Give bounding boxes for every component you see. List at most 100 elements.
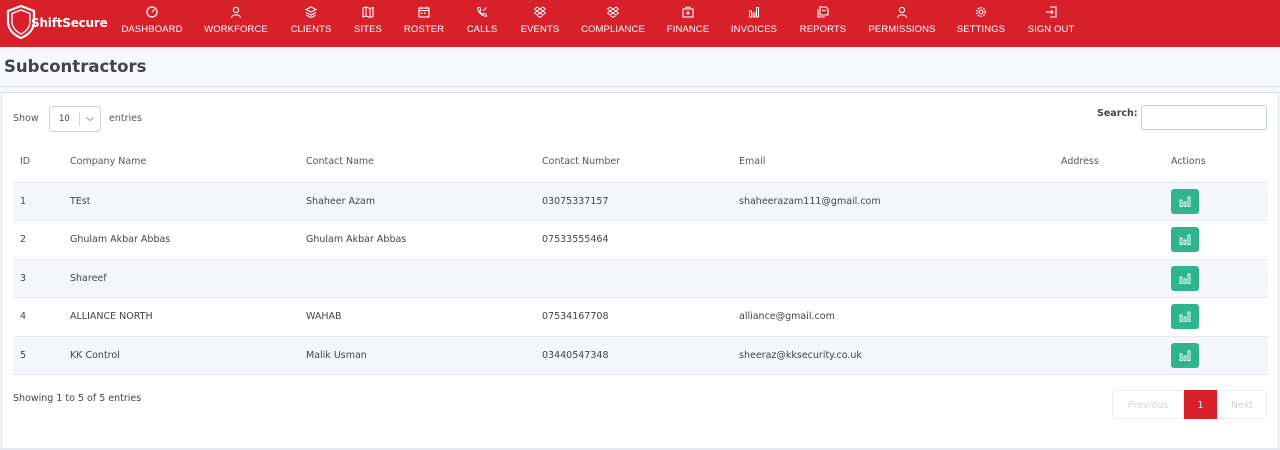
nav-label: INVOICES: [730, 24, 778, 35]
view-stats-button[interactable]: [1171, 342, 1199, 368]
cell-number: 07533555464: [535, 220, 732, 260]
nav-clients[interactable]: CLIENTS: [284, 0, 338, 47]
copy-icon: [817, 6, 829, 18]
col-header-actions: Actions: [1164, 141, 1268, 183]
nav-sites[interactable]: SITES: [348, 0, 388, 47]
bar-chart-icon: [1179, 234, 1191, 246]
cell-contact: WAHAB: [299, 297, 535, 337]
cell-address: [1054, 182, 1164, 221]
nav-label: REPORTS: [799, 24, 847, 35]
table-row: 1 TEst Shaheer Azam 03075337157 shaheera…: [13, 182, 1268, 221]
subcontractors-card: Show 10 entries Search: ID Company Name …: [1, 92, 1279, 448]
gear-icon: [975, 6, 987, 18]
table-header-row: ID Company Name Contact Name Contact Num…: [13, 141, 1268, 183]
nav-sign-out[interactable]: SIGN OUT: [1022, 0, 1080, 47]
map-icon: [362, 6, 374, 18]
nav-label: COMPLIANCE: [581, 24, 645, 35]
nav-dashboard[interactable]: DASHBOARD: [116, 0, 188, 47]
bar-chart-icon: [1179, 350, 1191, 361]
phone-icon: [477, 7, 487, 17]
gauge-icon: [146, 6, 158, 18]
cell-contact: Ghulam Akbar Abbas: [299, 220, 535, 260]
cell-actions: [1164, 220, 1268, 260]
entries-label: entries: [109, 113, 142, 124]
table-row: 4 ALLIANCE NORTH WAHAB 07534167708 allia…: [13, 297, 1268, 337]
brand-logo[interactable]: ShiftSecure: [6, 5, 108, 42]
dropbox-icon: [607, 6, 619, 18]
cell-address: [1054, 336, 1164, 375]
nav-label: CLIENTS: [290, 24, 332, 35]
nav-label: SIGN OUT: [1027, 24, 1075, 35]
nav-finance[interactable]: FINANCE: [661, 0, 715, 47]
sign-out-icon: [1046, 6, 1057, 18]
show-label: Show: [13, 113, 39, 124]
bar-chart-icon: [1179, 311, 1191, 323]
table-row: 3 Shareef: [13, 259, 1268, 298]
nav-label: WORKFORCE: [204, 24, 268, 35]
bar-chart-icon: [1179, 273, 1191, 284]
col-header-company-name[interactable]: Company Name: [63, 141, 299, 183]
users-icon: [230, 6, 242, 18]
dropbox-icon: [534, 6, 546, 18]
page-header: Subcontractors: [0, 47, 1280, 87]
layers-icon: [305, 6, 317, 18]
pagination-next[interactable]: Next: [1217, 390, 1267, 419]
page-length-select[interactable]: 10: [49, 106, 101, 132]
nav-events[interactable]: EVENTS: [515, 0, 565, 47]
cell-number: 07534167708: [535, 297, 732, 337]
user-icon: [896, 6, 908, 18]
nav-label: SITES: [354, 24, 382, 35]
cell-contact: Malik Usman: [299, 336, 535, 375]
cell-id: 2: [13, 220, 63, 260]
view-stats-button[interactable]: [1171, 265, 1199, 291]
nav-label: ROSTER: [403, 24, 445, 35]
table-row: 2 Ghulam Akbar Abbas Ghulam Akbar Abbas …: [13, 220, 1268, 260]
nav-calls[interactable]: CALLS: [462, 0, 502, 47]
nav-compliance[interactable]: COMPLIANCE: [576, 0, 650, 47]
cell-actions: [1164, 259, 1268, 298]
view-stats-button[interactable]: [1171, 227, 1199, 253]
cell-contact: Shaheer Azam: [299, 182, 535, 221]
brand-name: ShiftSecure: [31, 16, 108, 30]
cell-company: TEst: [63, 182, 299, 221]
col-header-contact-number[interactable]: Contact Number: [535, 141, 732, 183]
view-stats-button[interactable]: [1171, 188, 1199, 214]
nav-settings[interactable]: SETTINGS: [951, 0, 1011, 47]
nav-roster[interactable]: ROSTER: [399, 0, 449, 47]
nav-workforce[interactable]: WORKFORCE: [200, 0, 272, 47]
cell-id: 3: [13, 259, 63, 298]
col-header-id[interactable]: ID: [13, 141, 63, 183]
subcontractors-table: ID Company Name Contact Name Contact Num…: [13, 141, 1268, 375]
nav-permissions[interactable]: PERMISSIONS: [864, 0, 940, 47]
cell-company: KK Control: [63, 336, 299, 375]
nav-label: DASHBOARD: [121, 24, 183, 35]
nav-label: FINANCE: [666, 24, 710, 35]
cell-email: shaheerazam111@gmail.com: [732, 182, 1054, 221]
calendar-icon: [418, 6, 430, 18]
cell-company: Shareef: [63, 259, 299, 298]
pagination-previous[interactable]: Previous: [1112, 390, 1184, 419]
cell-number: [535, 259, 732, 298]
cell-address: [1054, 259, 1164, 298]
search-label: Search:: [1097, 108, 1138, 119]
table-row: 5 KK Control Malik Usman 03440547348 she…: [13, 336, 1268, 375]
cell-contact: [299, 259, 535, 298]
search-input[interactable]: [1141, 105, 1267, 130]
col-header-contact-name[interactable]: Contact Name: [299, 141, 535, 183]
cell-actions: [1164, 182, 1268, 221]
cell-address: [1054, 220, 1164, 260]
nav-invoices[interactable]: INVOICES: [726, 0, 782, 47]
pagination-page-1[interactable]: 1: [1184, 390, 1217, 419]
cell-address: [1054, 297, 1164, 337]
bar-chart-icon: [1179, 196, 1191, 207]
cell-id: 4: [13, 297, 63, 337]
view-stats-button[interactable]: [1171, 304, 1199, 330]
cell-id: 5: [13, 336, 63, 375]
page-length-value: 10: [59, 114, 70, 124]
col-header-email[interactable]: Email: [732, 141, 1054, 183]
col-header-address[interactable]: Address: [1054, 141, 1164, 183]
briefcase-icon: [682, 6, 694, 18]
nav-reports[interactable]: REPORTS: [794, 0, 852, 47]
bar-chart-icon: [749, 7, 759, 18]
cell-actions: [1164, 297, 1268, 337]
